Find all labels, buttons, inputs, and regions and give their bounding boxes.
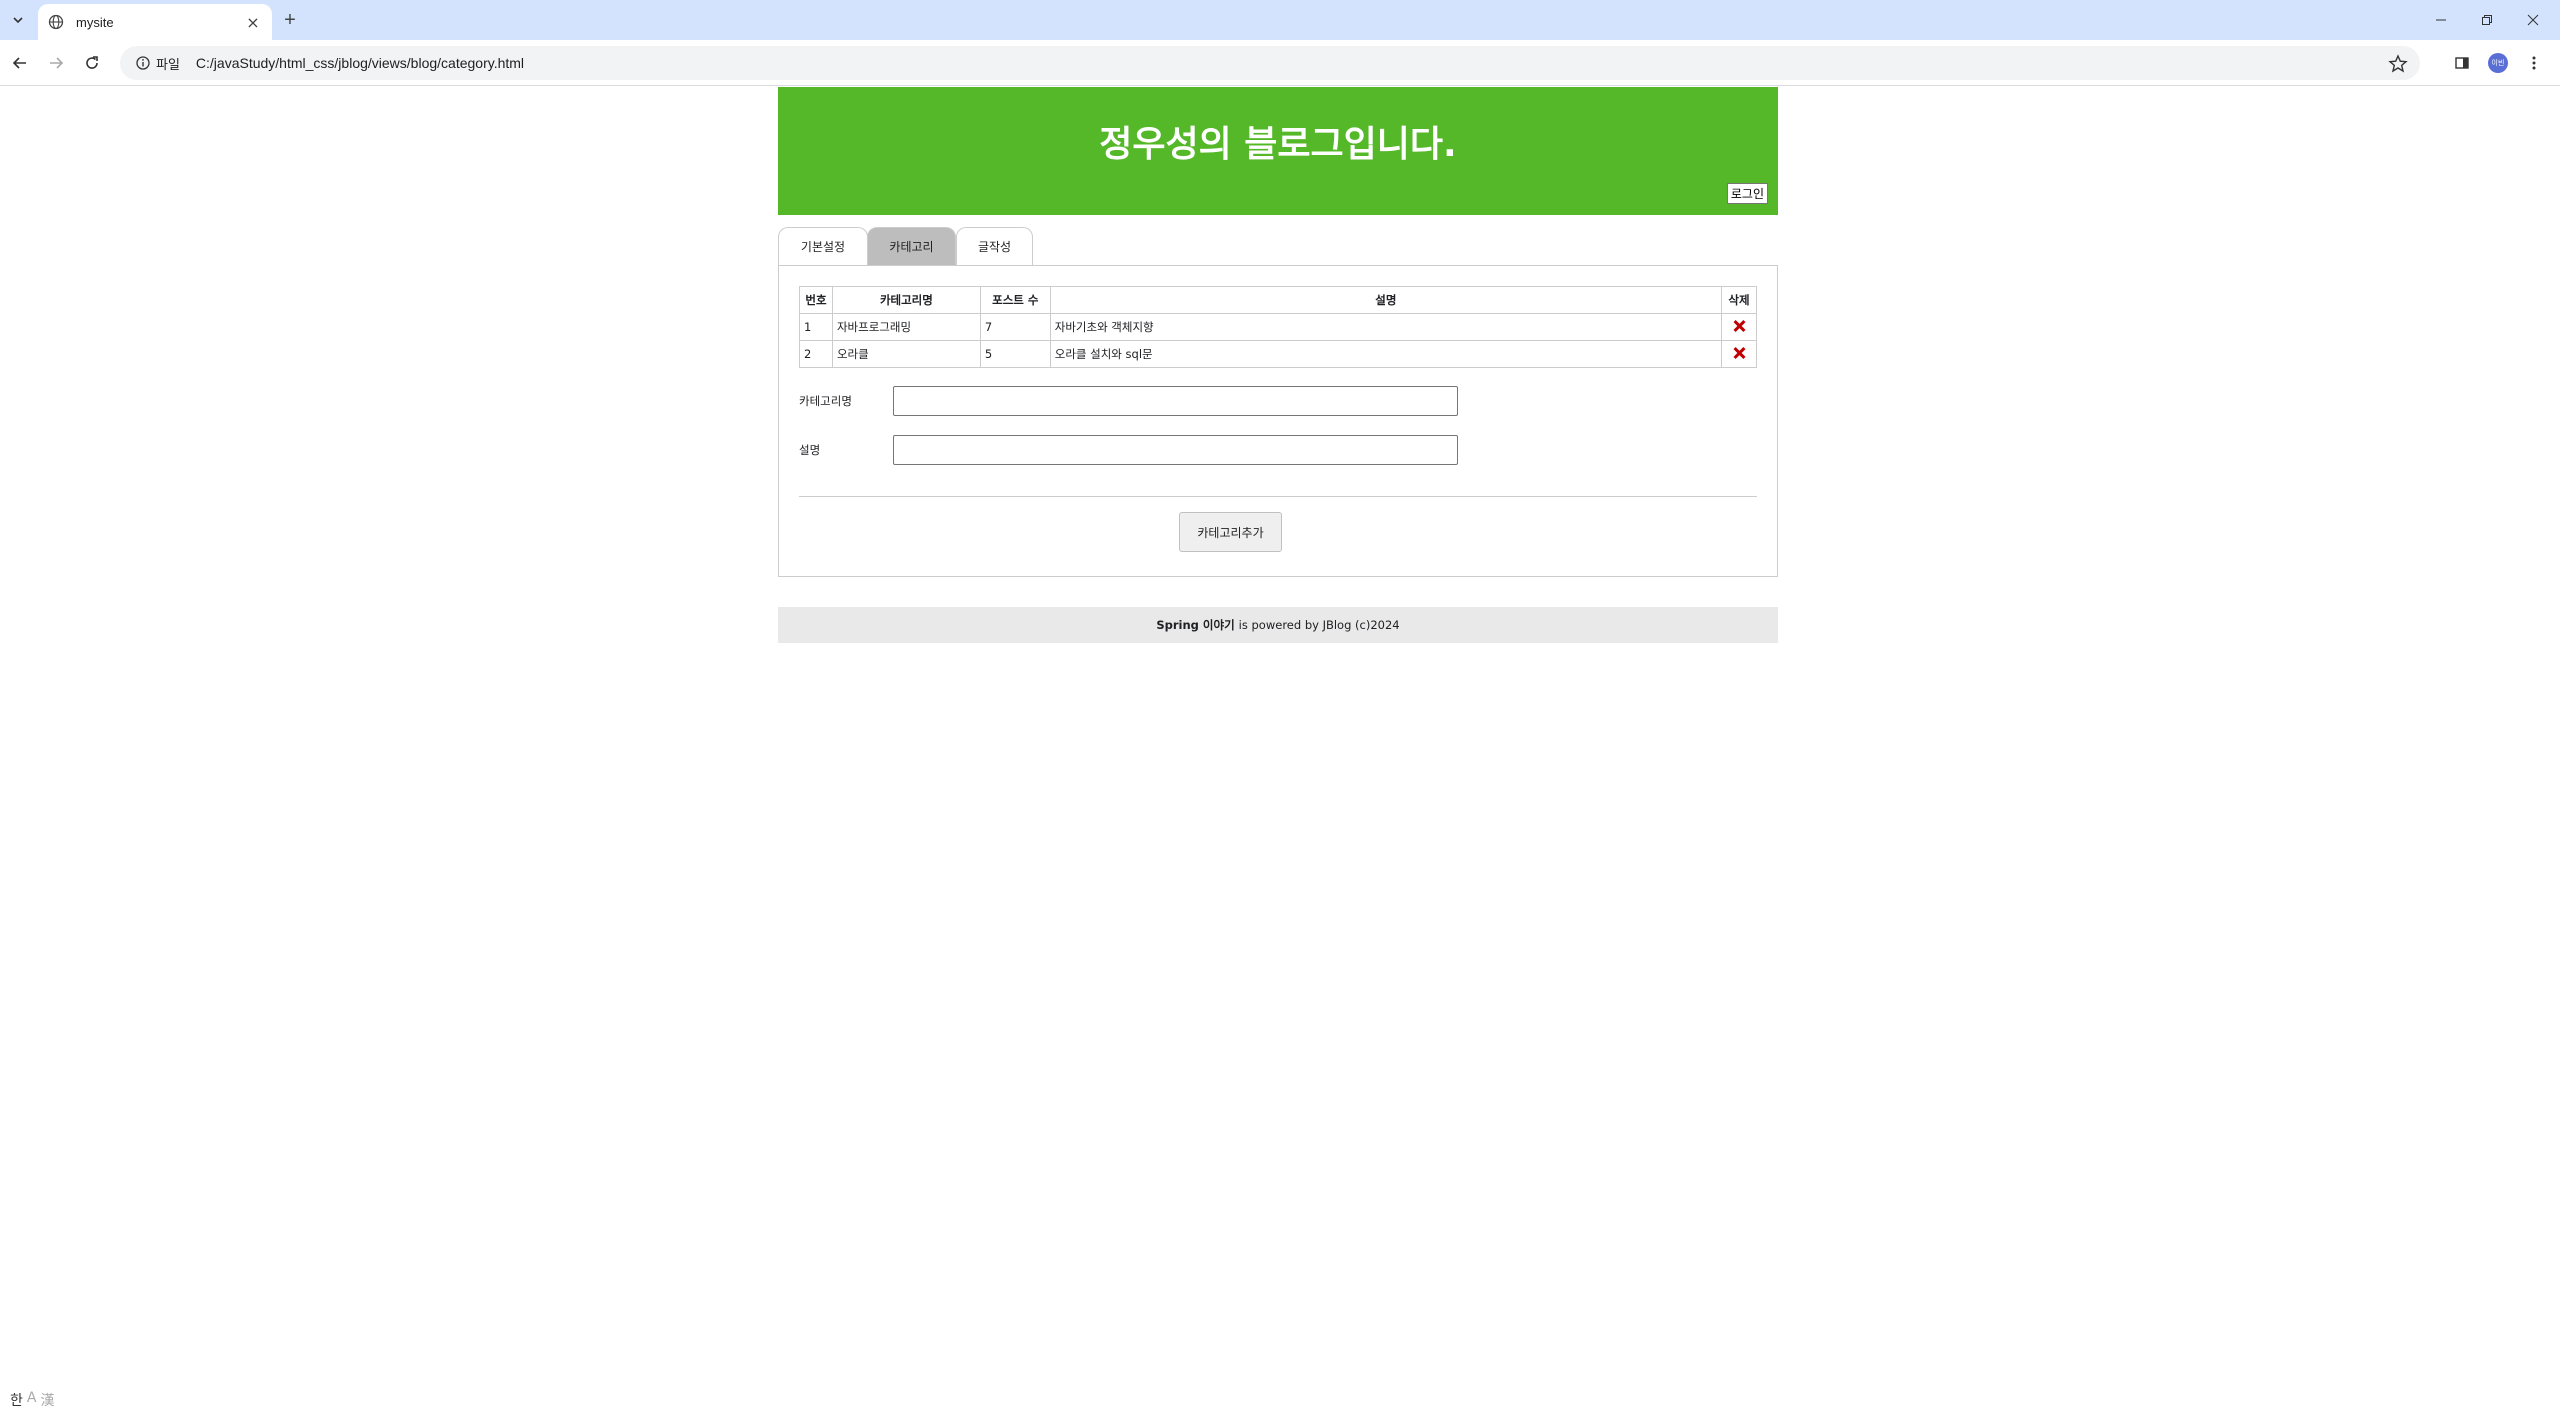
cell-name: 자바프로그래밍 [831, 313, 981, 341]
globe-icon [48, 14, 64, 30]
table-row: 2 오라클 5 오라클 설치와 sql문 [799, 340, 1758, 368]
delete-x-icon[interactable] [1732, 319, 1746, 333]
forward-arrow-icon[interactable] [44, 51, 68, 75]
cell-description: 오라클 설치와 sql문 [1049, 340, 1722, 368]
address-bar[interactable]: 파일 C:/javaStudy/html_css/jblog/views/blo… [120, 46, 2420, 80]
page-viewport: 정우성의 블로그입니다. 로그인 기본설정 카테고리 글작성 번호 카테고리명 … [0, 87, 2560, 1410]
table-header-row: 번호 카테고리명 포스트 수 설명 삭제 [799, 286, 1758, 314]
reload-icon[interactable] [80, 51, 104, 75]
ime-alpha-mode[interactable]: A [27, 1390, 37, 1410]
ime-hanja-mode[interactable]: 漢 [40, 1390, 54, 1410]
category-name-label: 카테고리명 [799, 394, 852, 408]
browser-toolbar: 파일 C:/javaStudy/html_css/jblog/views/blo… [0, 40, 2560, 86]
window-close-icon[interactable] [2510, 0, 2556, 40]
blog-container: 정우성의 블로그입니다. 로그인 기본설정 카테고리 글작성 번호 카테고리명 … [778, 87, 1778, 643]
cell-name: 오라클 [831, 340, 981, 368]
category-name-row: 카테고리명 [799, 386, 1458, 416]
back-arrow-icon[interactable] [8, 51, 32, 75]
add-category-button[interactable]: 카테고리추가 [1179, 512, 1282, 552]
tab-title: mysite [76, 14, 114, 30]
description-label: 설명 [799, 443, 821, 457]
table-row: 1 자바프로그래밍 7 자바기초와 객체지향 [799, 313, 1758, 341]
cell-post-count: 7 [979, 313, 1051, 341]
restore-icon[interactable] [2464, 0, 2510, 40]
ime-indicator: 한 A 漢 [10, 1390, 54, 1410]
bookmark-star-icon[interactable] [2388, 54, 2408, 74]
cell-number: 2 [799, 340, 833, 368]
category-panel: 번호 카테고리명 포스트 수 설명 삭제 1 자바프로그래밍 7 자바기초와 객… [778, 265, 1778, 577]
blog-header: 정우성의 블로그입니다. 로그인 [778, 87, 1778, 215]
col-header-description: 설명 [1049, 286, 1722, 314]
site-info-label: 파일 [156, 56, 180, 72]
tab-write[interactable]: 글작성 [956, 227, 1033, 265]
col-header-name: 카테고리명 [831, 286, 981, 314]
tab-basic-settings[interactable]: 기본설정 [778, 227, 868, 265]
browser-tab[interactable]: mysite × [38, 4, 272, 40]
ime-hangul-mode[interactable]: 한 [10, 1390, 23, 1410]
col-header-post-count: 포스트 수 [979, 286, 1051, 314]
site-info-chip[interactable]: 파일 [128, 50, 188, 76]
info-icon [136, 56, 150, 70]
col-header-delete: 삭제 [1720, 286, 1758, 314]
tab-strip: mysite × + [0, 0, 2560, 40]
tab-category[interactable]: 카테고리 [867, 227, 956, 265]
footer-text: is powered by JBlog (c)2024 [1238, 618, 1400, 632]
description-row: 설명 [799, 435, 1458, 465]
minimize-icon[interactable] [2418, 0, 2464, 40]
profile-avatar[interactable]: 이빈 [2486, 51, 2510, 75]
login-link[interactable]: 로그인 [1726, 183, 1768, 204]
tab-close-icon[interactable]: × [244, 13, 262, 32]
browser-menu-icon[interactable] [2522, 51, 2546, 75]
cell-description: 자바기초와 객체지향 [1049, 313, 1722, 341]
form-divider [799, 496, 1757, 497]
delete-x-icon[interactable] [1732, 346, 1746, 360]
col-header-number: 번호 [799, 286, 833, 314]
cell-number: 1 [799, 313, 833, 341]
new-tab-icon[interactable]: + [278, 8, 302, 32]
url-text[interactable]: C:/javaStudy/html_css/jblog/views/blog/c… [196, 55, 524, 71]
cell-delete [1720, 340, 1758, 368]
category-name-input[interactable] [893, 386, 1458, 416]
cell-post-count: 5 [979, 340, 1051, 368]
description-input[interactable] [893, 435, 1458, 465]
cell-delete [1720, 313, 1758, 341]
side-panel-icon[interactable] [2450, 51, 2474, 75]
footer-brand: Spring 이야기 [1156, 618, 1235, 632]
tab-search-chevron-icon[interactable] [6, 8, 30, 32]
blog-title: 정우성의 블로그입니다. [1099, 124, 1457, 165]
category-table: 번호 카테고리명 포스트 수 설명 삭제 1 자바프로그래밍 7 자바기초와 객… [799, 286, 1758, 368]
blog-footer: Spring 이야기 is powered by JBlog (c)2024 [778, 607, 1778, 643]
